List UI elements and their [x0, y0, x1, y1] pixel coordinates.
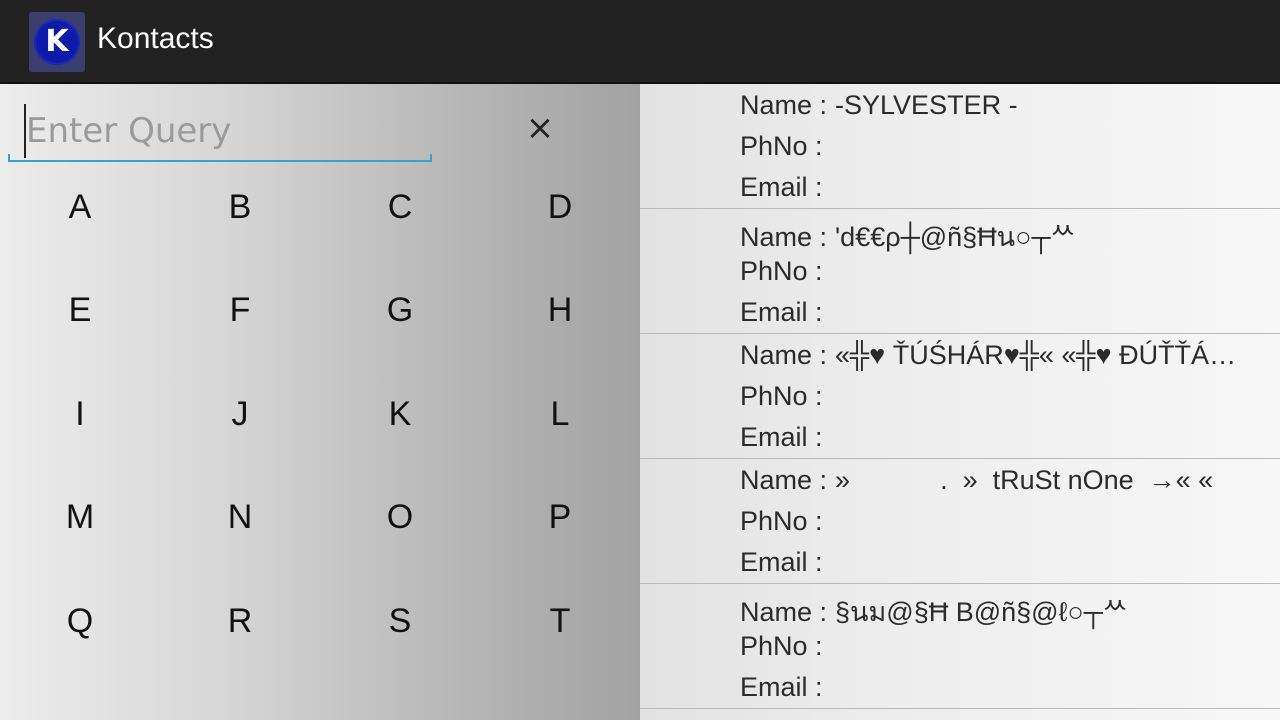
key-g[interactable]: G	[360, 275, 440, 345]
contact-email-line: Email :	[740, 672, 831, 703]
contact-item[interactable]: Name :'d€€ρ┼@ñ§Ħน○┬ᄊ PhNo : Email :	[640, 209, 1280, 334]
contact-list[interactable]: Name : -SYLVESTER - PhNo : Email : Name :…	[640, 84, 1280, 720]
clear-query-button[interactable]: ×	[516, 104, 564, 152]
contact-name: §นม@§Ħ B@ñ§@ℓ○┬ᄊ	[835, 597, 1128, 627]
search-panel: × A B C D E F G H I J K L M N O P Q R S …	[0, 84, 640, 720]
contact-item[interactable]: Name : «╬♥ ŤÚŚHÁR♥╬« «╬♥ ĐÚŤŤÁ… PhNo : Em…	[640, 334, 1280, 459]
key-r[interactable]: R	[200, 586, 280, 656]
key-h[interactable]: H	[520, 275, 600, 345]
phone-label: PhNo :	[740, 131, 823, 161]
contact-email-line: Email :	[740, 547, 831, 578]
contact-name-line: Name :'d€€ρ┼@ñ§Ħน○┬ᄊ	[740, 215, 1280, 258]
key-f[interactable]: F	[200, 275, 280, 345]
contact-name: 'd€€ρ┼@ñ§Ħน○┬ᄊ	[835, 222, 1076, 252]
query-input[interactable]	[24, 104, 428, 158]
phone-label: PhNo :	[740, 256, 823, 286]
query-field-container	[8, 100, 432, 162]
contact-phone-line: PhNo :	[740, 381, 831, 412]
key-m[interactable]: M	[40, 482, 120, 552]
key-n[interactable]: N	[200, 482, 280, 552]
contact-phone-line: PhNo :	[740, 256, 831, 287]
email-label: Email :	[740, 172, 823, 202]
contact-name: «╬♥ ŤÚŚHÁR♥╬« «╬♥ ĐÚŤŤÁ…	[835, 340, 1237, 370]
app-title: Kontacts	[97, 22, 214, 55]
email-label: Email :	[740, 547, 823, 577]
contact-phone-line: PhNo :	[740, 506, 831, 537]
email-label: Email :	[740, 297, 823, 327]
contact-email-line: Email :	[740, 172, 831, 203]
key-q[interactable]: Q	[40, 586, 120, 656]
name-label: Name :	[740, 597, 828, 627]
app-bar: K Kontacts	[0, 0, 1280, 84]
app-logo-letter: K	[34, 19, 80, 65]
contact-item[interactable]: Name :» . » tRuSt nOne →« « PhNo : Email…	[640, 459, 1280, 584]
key-c[interactable]: C	[360, 172, 440, 242]
key-b[interactable]: B	[200, 172, 280, 242]
phone-label: PhNo :	[740, 506, 823, 536]
key-t[interactable]: T	[520, 586, 600, 656]
contact-phone-line: PhNo :	[740, 631, 831, 662]
contact-name: -SYLVESTER -	[835, 90, 1018, 120]
key-s[interactable]: S	[360, 586, 440, 656]
contact-name-line: Name : «╬♥ ŤÚŚHÁR♥╬« «╬♥ ĐÚŤŤÁ…	[740, 340, 1280, 371]
contact-email-line: Email :	[740, 297, 831, 328]
name-label: Name :	[740, 340, 828, 370]
contact-name-line: Name : §นม@§Ħ B@ñ§@ℓ○┬ᄊ	[740, 590, 1280, 633]
name-label: Name :	[740, 90, 828, 120]
app-logo-icon: K	[29, 12, 85, 72]
name-label: Name :	[740, 222, 828, 252]
contact-item[interactable]: Name : §นม@§Ħ B@ñ§@ℓ○┬ᄊ PhNo : Email :	[640, 584, 1280, 709]
phone-label: PhNo :	[740, 381, 823, 411]
contact-name-line: Name :» . » tRuSt nOne →« «	[740, 465, 1280, 496]
contact-name-line: Name : -SYLVESTER -	[740, 90, 1280, 121]
key-i[interactable]: I	[40, 379, 120, 449]
key-p[interactable]: P	[520, 482, 600, 552]
name-label: Name :	[740, 465, 828, 495]
contact-item[interactable]: Name : -SYLVESTER - PhNo : Email :	[640, 84, 1280, 209]
key-j[interactable]: J	[200, 379, 280, 449]
key-k[interactable]: K	[360, 379, 440, 449]
contact-email-line: Email :	[740, 422, 831, 453]
email-label: Email :	[740, 422, 823, 452]
key-o[interactable]: O	[360, 482, 440, 552]
contact-name: » . » tRuSt nOne →« «	[835, 465, 1214, 495]
key-e[interactable]: E	[40, 275, 120, 345]
key-d[interactable]: D	[520, 172, 600, 242]
key-l[interactable]: L	[520, 379, 600, 449]
contact-phone-line: PhNo :	[740, 131, 831, 162]
email-label: Email :	[740, 672, 823, 702]
phone-label: PhNo :	[740, 631, 823, 661]
key-a[interactable]: A	[40, 172, 120, 242]
